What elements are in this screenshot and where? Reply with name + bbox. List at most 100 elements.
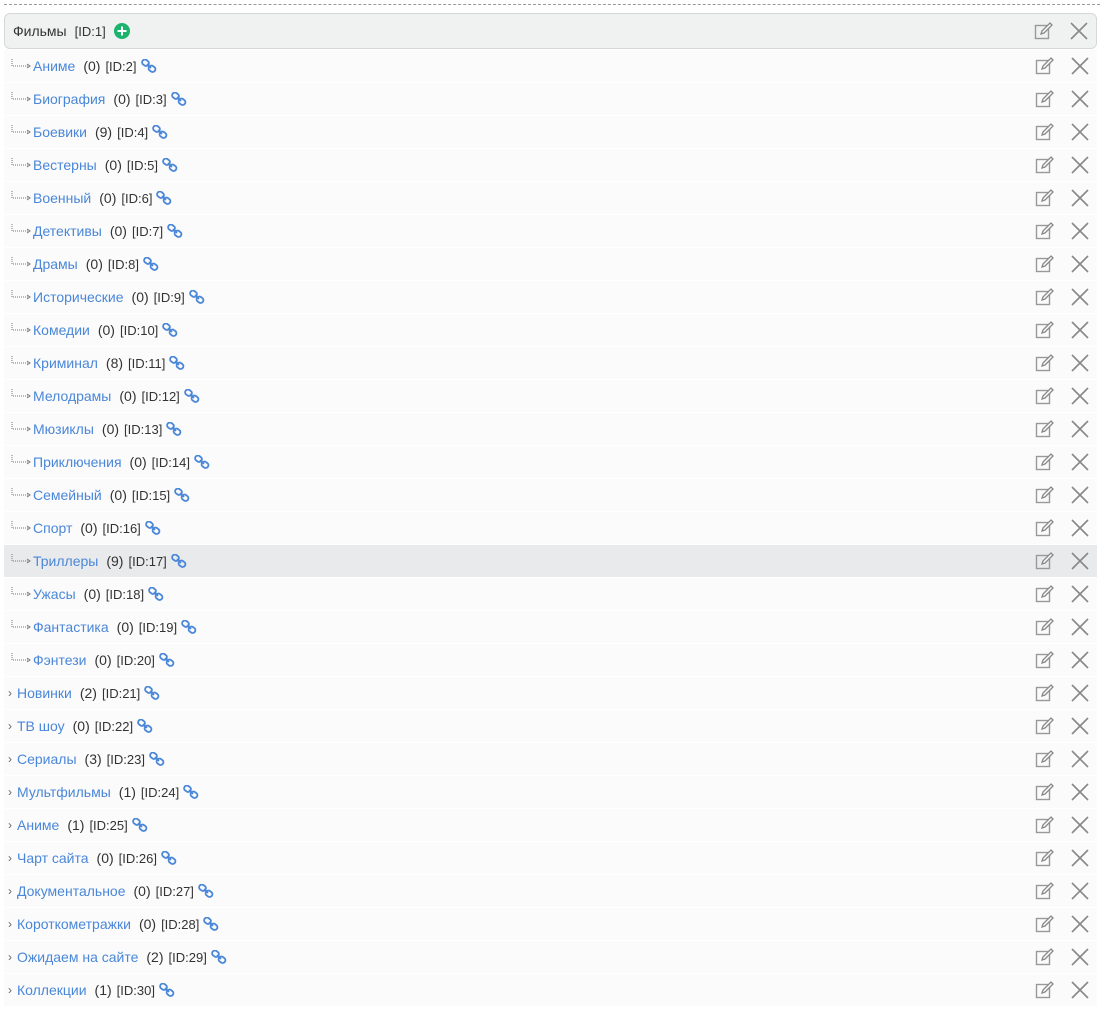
category-link[interactable]: Мультфильмы [17, 784, 111, 800]
link-icon[interactable] [137, 718, 153, 733]
close-icon[interactable] [1071, 123, 1089, 141]
close-icon[interactable] [1071, 321, 1089, 339]
category-link[interactable]: Приключения [33, 454, 122, 470]
edit-icon[interactable] [1035, 519, 1055, 537]
chevron-right-icon[interactable]: › [8, 686, 16, 700]
category-link[interactable]: Драмы [33, 256, 78, 272]
link-icon[interactable] [144, 685, 160, 700]
close-icon[interactable] [1071, 816, 1089, 834]
category-link[interactable]: Комедии [33, 322, 90, 338]
chevron-right-icon[interactable]: › [8, 950, 16, 964]
category-link[interactable]: Боевики [33, 124, 87, 140]
link-icon[interactable] [170, 553, 187, 568]
link-icon[interactable] [162, 322, 178, 337]
edit-icon[interactable] [1035, 783, 1055, 801]
chevron-right-icon[interactable]: › [8, 983, 16, 997]
close-icon[interactable] [1071, 849, 1089, 867]
edit-icon[interactable] [1035, 816, 1055, 834]
category-link[interactable]: Мюзиклы [33, 421, 94, 437]
category-link[interactable]: Документальное [17, 883, 126, 899]
chevron-right-icon[interactable]: › [8, 752, 16, 766]
link-icon[interactable] [149, 751, 165, 766]
category-link[interactable]: Триллеры [33, 553, 98, 569]
link-icon[interactable] [161, 850, 177, 865]
edit-icon[interactable] [1035, 717, 1055, 735]
close-icon[interactable] [1071, 948, 1089, 966]
edit-icon[interactable] [1035, 981, 1055, 999]
link-icon[interactable] [194, 454, 210, 469]
link-icon[interactable] [148, 586, 164, 601]
close-icon[interactable] [1071, 717, 1089, 735]
close-icon[interactable] [1071, 453, 1089, 471]
category-link[interactable]: Сериалы [17, 751, 77, 767]
edit-icon[interactable] [1035, 684, 1055, 702]
link-icon[interactable] [174, 487, 190, 502]
edit-icon[interactable] [1035, 123, 1055, 141]
link-icon[interactable] [156, 190, 172, 205]
link-icon[interactable] [162, 157, 178, 172]
category-link[interactable]: Аниме [33, 58, 75, 74]
edit-icon[interactable] [1035, 321, 1055, 339]
category-link[interactable]: Биография [33, 91, 105, 107]
close-icon[interactable] [1071, 57, 1089, 75]
category-link[interactable]: Коллекции [17, 982, 87, 998]
category-link[interactable]: Ужасы [33, 586, 76, 602]
link-icon[interactable] [183, 784, 199, 799]
close-icon[interactable] [1071, 90, 1089, 108]
link-icon[interactable] [145, 520, 161, 535]
edit-icon[interactable] [1035, 189, 1055, 207]
close-icon[interactable] [1071, 519, 1089, 537]
close-icon[interactable] [1071, 255, 1089, 273]
close-icon[interactable] [1071, 684, 1089, 702]
chevron-right-icon[interactable]: › [8, 917, 16, 931]
close-icon[interactable] [1071, 222, 1089, 240]
link-icon[interactable] [131, 817, 148, 832]
edit-icon[interactable] [1035, 288, 1055, 306]
close-icon[interactable] [1071, 981, 1089, 999]
link-icon[interactable] [159, 982, 175, 997]
link-icon[interactable] [203, 916, 219, 931]
close-icon[interactable] [1071, 552, 1089, 570]
edit-icon[interactable] [1035, 618, 1055, 636]
category-link[interactable]: Короткометражки [17, 916, 131, 932]
category-link[interactable]: Исторические [33, 289, 124, 305]
link-icon[interactable] [166, 421, 182, 436]
category-link[interactable]: Вестерны [33, 157, 97, 173]
category-link[interactable]: Мелодрамы [33, 388, 111, 404]
close-icon[interactable] [1071, 420, 1089, 438]
edit-icon[interactable] [1035, 453, 1055, 471]
close-icon[interactable] [1071, 387, 1089, 405]
link-icon[interactable] [170, 91, 187, 106]
link-icon[interactable] [167, 223, 183, 238]
close-icon[interactable] [1071, 783, 1089, 801]
link-icon[interactable] [211, 949, 227, 964]
link-icon[interactable] [159, 652, 175, 667]
plus-circle-icon[interactable] [113, 23, 130, 39]
close-icon[interactable] [1071, 750, 1089, 768]
category-link[interactable]: Новинки [17, 685, 72, 701]
category-link[interactable]: Фэнтези [33, 652, 87, 668]
edit-icon[interactable] [1035, 354, 1055, 372]
close-icon[interactable] [1071, 585, 1089, 603]
chevron-right-icon[interactable]: › [8, 851, 16, 865]
chevron-right-icon[interactable]: › [8, 884, 16, 898]
chevron-right-icon[interactable]: › [8, 818, 16, 832]
close-icon[interactable] [1070, 22, 1088, 40]
category-link[interactable]: Военный [33, 190, 91, 206]
link-icon[interactable] [184, 388, 200, 403]
edit-icon[interactable] [1035, 255, 1055, 273]
link-icon[interactable] [140, 58, 157, 73]
link-icon[interactable] [181, 619, 197, 634]
edit-icon[interactable] [1035, 948, 1055, 966]
edit-icon[interactable] [1035, 156, 1055, 174]
close-icon[interactable] [1071, 618, 1089, 636]
chevron-right-icon[interactable]: › [8, 785, 16, 799]
close-icon[interactable] [1071, 288, 1089, 306]
link-icon[interactable] [188, 289, 205, 304]
close-icon[interactable] [1071, 189, 1089, 207]
category-link[interactable]: ТВ шоу [17, 718, 65, 734]
category-link[interactable]: Спорт [33, 520, 72, 536]
link-icon[interactable] [169, 355, 185, 370]
link-icon[interactable] [143, 256, 159, 271]
edit-icon[interactable] [1035, 882, 1055, 900]
